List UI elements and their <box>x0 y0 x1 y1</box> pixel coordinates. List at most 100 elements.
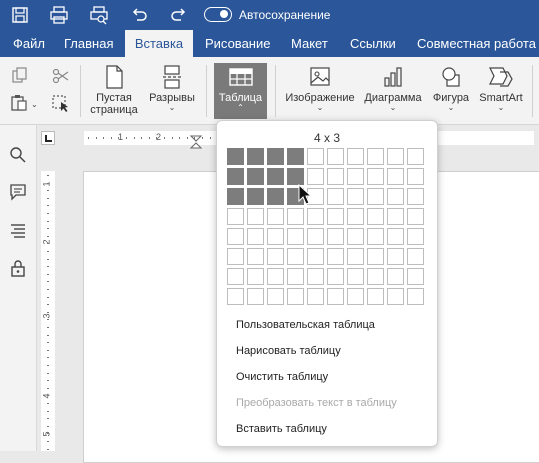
table-grid-cell[interactable] <box>347 228 364 245</box>
save-icon[interactable] <box>10 5 30 25</box>
table-grid-cell[interactable] <box>387 268 404 285</box>
paste-icon[interactable] <box>10 94 30 112</box>
table-grid-cell[interactable] <box>227 208 244 225</box>
table-grid-cell[interactable] <box>327 268 344 285</box>
table-button[interactable]: Таблица ⌃ <box>214 63 267 119</box>
image-button[interactable]: Изображение ⌄ <box>284 63 356 119</box>
table-grid-cell[interactable] <box>327 168 344 185</box>
table-grid-cell[interactable] <box>407 208 424 225</box>
table-grid-cell[interactable] <box>347 148 364 165</box>
tab-home[interactable]: Главная <box>64 30 113 57</box>
undo-icon[interactable] <box>129 5 149 25</box>
menu-draw-table[interactable]: Нарисовать таблицу <box>236 345 341 357</box>
table-grid-cell[interactable] <box>407 288 424 305</box>
table-grid-cell[interactable] <box>407 148 424 165</box>
table-grid-cell[interactable] <box>327 148 344 165</box>
table-grid-cell[interactable] <box>247 168 264 185</box>
table-grid-cell[interactable] <box>367 228 384 245</box>
table-grid-cell[interactable] <box>247 188 264 205</box>
table-grid-cell[interactable] <box>267 228 284 245</box>
table-grid-cell[interactable] <box>407 248 424 265</box>
table-grid-cell[interactable] <box>367 208 384 225</box>
table-grid-cell[interactable] <box>247 268 264 285</box>
table-grid-cell[interactable] <box>367 148 384 165</box>
table-grid-cell[interactable] <box>287 268 304 285</box>
table-grid-cell[interactable] <box>367 288 384 305</box>
table-grid-cell[interactable] <box>307 288 324 305</box>
table-grid-cell[interactable] <box>227 228 244 245</box>
table-grid-cell[interactable] <box>327 208 344 225</box>
table-grid-cell[interactable] <box>247 148 264 165</box>
tab-file[interactable]: Файл <box>13 30 45 57</box>
paste-chevron-icon[interactable]: ⌄ <box>31 100 38 109</box>
comment-icon[interactable] <box>9 183 27 201</box>
table-grid-cell[interactable] <box>387 188 404 205</box>
table-grid-cell[interactable] <box>287 208 304 225</box>
table-grid-cell[interactable] <box>387 248 404 265</box>
tab-collaboration[interactable]: Совместная работа <box>417 30 536 57</box>
table-grid-cell[interactable] <box>367 248 384 265</box>
table-grid-cell[interactable] <box>287 248 304 265</box>
print-preview-icon[interactable] <box>89 5 109 25</box>
menu-custom-table[interactable]: Пользовательская таблица <box>236 319 375 331</box>
menu-clear-table[interactable]: Очистить таблицу <box>236 371 328 383</box>
table-grid-cell[interactable] <box>287 288 304 305</box>
table-grid-cell[interactable] <box>227 148 244 165</box>
table-grid-cell[interactable] <box>407 168 424 185</box>
table-grid-cell[interactable] <box>387 288 404 305</box>
table-grid-cell[interactable] <box>267 168 284 185</box>
table-grid-cell[interactable] <box>347 188 364 205</box>
vertical-ruler[interactable]: 1 2 3 4 5 <box>41 171 55 451</box>
select-region-icon[interactable] <box>51 94 71 112</box>
shape-button[interactable]: Фигура ⌄ <box>429 63 473 119</box>
table-grid-cell[interactable] <box>267 148 284 165</box>
tab-draw[interactable]: Рисование <box>205 30 270 57</box>
tab-layout[interactable]: Макет <box>291 30 328 57</box>
blank-page-button[interactable]: Пустая страница <box>88 63 140 119</box>
table-grid-cell[interactable] <box>267 268 284 285</box>
table-grid-cell[interactable] <box>407 188 424 205</box>
search-icon[interactable] <box>9 146 27 164</box>
breaks-button[interactable]: Разрывы ⌄ <box>146 63 198 119</box>
autosave-toggle[interactable] <box>204 7 232 22</box>
table-grid-cell[interactable] <box>287 228 304 245</box>
lock-icon[interactable] <box>9 259 27 277</box>
table-grid-cell[interactable] <box>247 248 264 265</box>
table-grid-cell[interactable] <box>307 208 324 225</box>
print-icon[interactable] <box>49 5 69 25</box>
menu-insert-table[interactable]: Вставить таблицу <box>236 423 327 435</box>
table-grid-cell[interactable] <box>327 248 344 265</box>
table-grid-cell[interactable] <box>307 248 324 265</box>
table-grid-cell[interactable] <box>347 288 364 305</box>
table-grid-cell[interactable] <box>227 248 244 265</box>
table-grid-cell[interactable] <box>227 188 244 205</box>
table-grid-cell[interactable] <box>347 268 364 285</box>
tab-stop-selector[interactable] <box>41 131 55 145</box>
table-grid-cell[interactable] <box>367 268 384 285</box>
indent-marker-icon[interactable] <box>190 135 202 149</box>
table-grid-cell[interactable] <box>267 248 284 265</box>
table-grid-cell[interactable] <box>307 148 324 165</box>
table-grid-cell[interactable] <box>247 288 264 305</box>
smartart-button[interactable]: SmartArt ⌄ <box>477 63 525 119</box>
table-grid-cell[interactable] <box>307 268 324 285</box>
table-grid-cell[interactable] <box>227 168 244 185</box>
tab-references[interactable]: Ссылки <box>350 30 396 57</box>
table-grid-cell[interactable] <box>287 168 304 185</box>
chart-button[interactable]: Диаграмма ⌄ <box>362 63 424 119</box>
table-grid-cell[interactable] <box>367 168 384 185</box>
table-grid-cell[interactable] <box>267 288 284 305</box>
table-grid-cell[interactable] <box>407 268 424 285</box>
table-grid-cell[interactable] <box>387 208 404 225</box>
table-grid-cell[interactable] <box>387 228 404 245</box>
cut-icon[interactable] <box>51 67 71 85</box>
table-grid-cell[interactable] <box>387 148 404 165</box>
tab-insert[interactable]: Вставка <box>125 30 193 57</box>
table-grid-cell[interactable] <box>247 208 264 225</box>
table-grid-cell[interactable] <box>307 168 324 185</box>
table-grid-cell[interactable] <box>347 208 364 225</box>
table-grid-cell[interactable] <box>307 228 324 245</box>
copy-icon[interactable] <box>10 67 30 85</box>
table-size-grid[interactable] <box>227 148 428 308</box>
table-grid-cell[interactable] <box>387 168 404 185</box>
